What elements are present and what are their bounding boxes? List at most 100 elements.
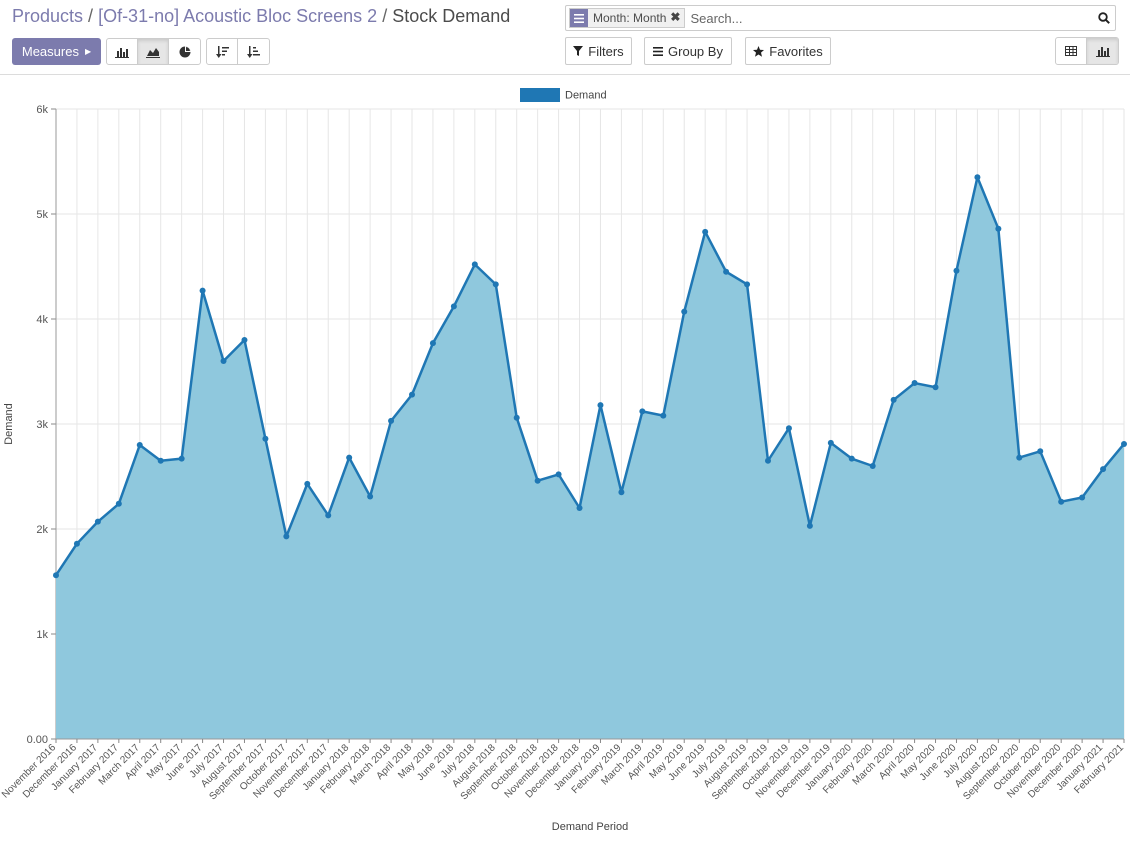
search-icon: [1098, 12, 1110, 24]
data-point[interactable]: [1058, 498, 1065, 505]
data-point[interactable]: [346, 454, 353, 461]
data-point[interactable]: [660, 412, 667, 419]
data-point[interactable]: [492, 281, 499, 288]
pie-chart-icon: [179, 46, 190, 57]
legend-swatch[interactable]: [520, 88, 560, 102]
facet-remove-icon[interactable]: ✖: [670, 9, 684, 27]
data-point[interactable]: [115, 500, 122, 507]
data-point[interactable]: [409, 391, 415, 398]
data-point[interactable]: [848, 455, 855, 462]
data-point[interactable]: [534, 477, 541, 484]
data-point[interactable]: [890, 396, 897, 403]
breadcrumb-item-product[interactable]: [Of-31-no] Acoustic Bloc Screens 2: [98, 6, 377, 26]
data-point[interactable]: [932, 384, 939, 391]
search-button[interactable]: [1093, 12, 1115, 24]
caret-right-icon: ▶: [84, 47, 92, 56]
data-point[interactable]: [136, 442, 143, 448]
breadcrumb-item-products[interactable]: Products: [12, 6, 83, 26]
breadcrumb: Products / [Of-31-no] Acoustic Bloc Screen…: [12, 6, 510, 27]
data-point[interactable]: [220, 358, 227, 364]
search-input[interactable]: [688, 9, 1093, 27]
data-point[interactable]: [953, 267, 960, 274]
data-point[interactable]: [73, 540, 80, 547]
data-point[interactable]: [1016, 454, 1023, 461]
data-point[interactable]: [471, 261, 478, 268]
data-point[interactable]: [681, 308, 688, 315]
data-point[interactable]: [785, 425, 792, 432]
data-point[interactable]: [1100, 466, 1107, 473]
data-point[interactable]: [429, 340, 436, 347]
y-tick-label: 0.00: [27, 734, 48, 746]
data-point[interactable]: [94, 518, 101, 525]
measures-label: Measures: [21, 44, 79, 59]
data-point[interactable]: [702, 228, 709, 235]
data-point[interactable]: [450, 303, 457, 310]
data-point[interactable]: [53, 572, 59, 579]
data-point[interactable]: [1121, 440, 1127, 447]
data-point[interactable]: [618, 489, 625, 496]
data-point[interactable]: [723, 268, 730, 275]
filter-icon: [573, 46, 584, 56]
data-point[interactable]: [639, 408, 646, 415]
data-point[interactable]: [555, 471, 562, 478]
group-by-button[interactable]: Group By: [644, 37, 732, 65]
y-tick-label: 4k: [36, 314, 48, 326]
view-switcher: [1055, 37, 1119, 65]
data-point[interactable]: [765, 457, 771, 464]
line-chart-button[interactable]: [138, 39, 169, 64]
data-point[interactable]: [995, 225, 1002, 232]
favorites-button[interactable]: Favorites: [745, 37, 831, 65]
facet-label: Month: Month: [593, 11, 667, 25]
legend: Demand: [520, 88, 607, 102]
group-by-label: Group By: [668, 43, 723, 59]
data-point[interactable]: [576, 505, 583, 511]
data-point[interactable]: [1037, 448, 1044, 455]
data-point[interactable]: [178, 455, 185, 462]
filters-label: Filters: [588, 43, 624, 59]
sort-descending-button[interactable]: [207, 39, 238, 64]
data-point[interactable]: [199, 287, 206, 294]
group-by-facet-icon: [570, 9, 588, 27]
data-point[interactable]: [597, 402, 604, 409]
data-point[interactable]: [388, 417, 395, 424]
chart-type-group: [106, 38, 201, 65]
y-tick-label: 5k: [36, 209, 48, 221]
x-axis-label: Demand Period: [552, 821, 628, 833]
pie-chart-button[interactable]: [169, 39, 200, 64]
sort-ascending-button[interactable]: [238, 39, 269, 64]
data-point[interactable]: [869, 463, 876, 469]
pivot-view-button[interactable]: [1056, 38, 1087, 64]
series-area: [54, 176, 1125, 739]
sort-ascending-icon: [247, 45, 260, 58]
data-point[interactable]: [513, 414, 520, 421]
graph-view-icon: [1095, 47, 1110, 57]
sort-descending-icon: [215, 45, 229, 58]
graph-view-button[interactable]: [1087, 38, 1118, 64]
filters-button[interactable]: Filters: [565, 37, 632, 65]
sort-group: [206, 38, 270, 65]
data-point[interactable]: [367, 493, 374, 500]
search-box: Month: Month ✖: [565, 5, 1116, 31]
y-tick-label: 3k: [36, 419, 48, 431]
measures-button[interactable]: Measures ▶: [12, 38, 101, 65]
data-point[interactable]: [744, 281, 751, 288]
star-icon: [753, 45, 765, 57]
y-tick-label: 2k: [36, 524, 48, 536]
line-chart-icon: [146, 47, 160, 58]
data-point[interactable]: [911, 380, 918, 387]
page-title: Stock Demand: [392, 6, 511, 26]
bar-chart-button[interactable]: [107, 39, 138, 64]
y-tick-label: 6k: [36, 104, 48, 116]
data-point[interactable]: [325, 512, 332, 519]
data-point[interactable]: [241, 337, 248, 343]
data-point[interactable]: [262, 435, 269, 442]
data-point[interactable]: [974, 174, 981, 181]
graph-view: Demand 0.00 1k 2k 3k 4k 5k 6k November 2016 Dec…: [0, 76, 1130, 837]
data-point[interactable]: [304, 480, 311, 487]
data-point[interactable]: [283, 533, 290, 540]
data-point[interactable]: [157, 457, 164, 464]
data-point[interactable]: [1079, 494, 1086, 501]
data-point[interactable]: [806, 522, 813, 529]
data-point[interactable]: [827, 439, 834, 446]
breadcrumb-separator: /: [88, 6, 94, 26]
